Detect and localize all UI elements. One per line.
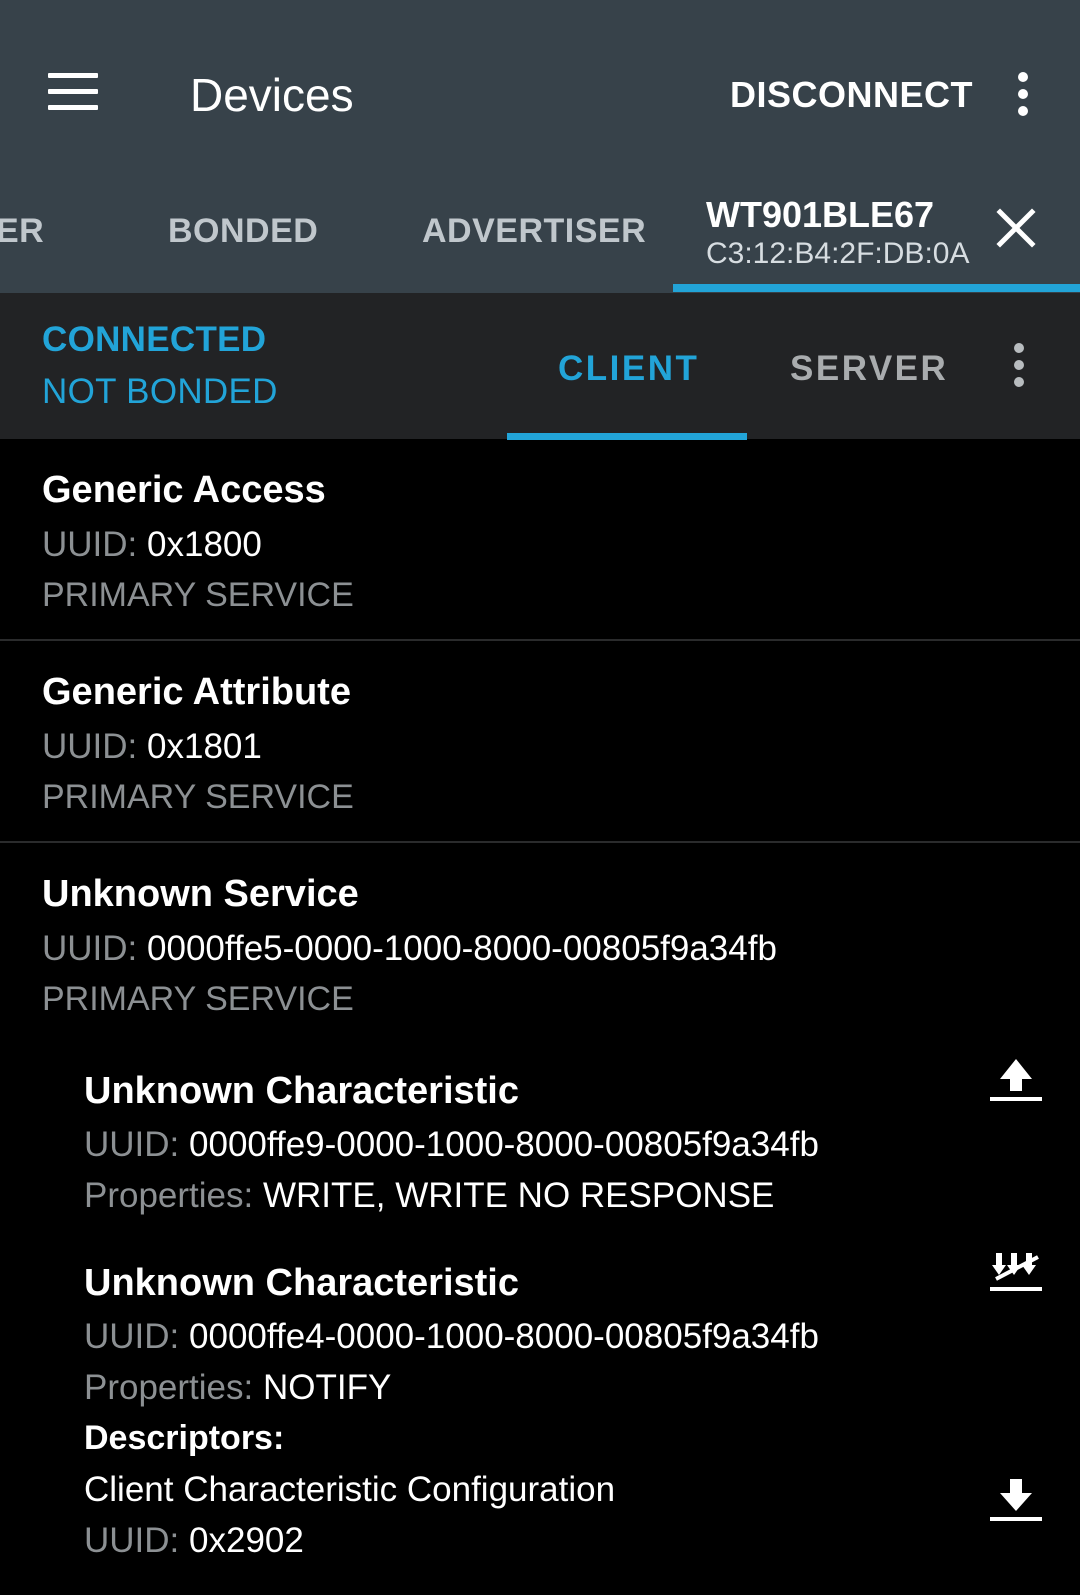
characteristic-uuid: UUID: 0000ffe4-0000-1000-8000-00805f9a34… [84,1317,819,1356]
service-uuid: UUID: 0000ffe5-0000-1000-8000-00805f9a34… [42,929,777,968]
tab-client[interactable]: CLIENT [558,349,699,389]
write-upload-icon[interactable] [988,1057,1044,1107]
menu-icon[interactable] [48,73,98,111]
tab-scanner[interactable]: ER [0,212,44,251]
notify-subscribe-icon[interactable] [988,1249,1044,1299]
characteristic-uuid: UUID: 0000ffe9-0000-1000-8000-00805f9a34… [84,1125,819,1164]
read-download-icon[interactable] [988,1477,1044,1527]
service-name: Unknown Service [42,873,359,915]
tab-advertiser[interactable]: ADVERTISER [422,212,646,251]
service-type: PRIMARY SERVICE [42,980,354,1018]
service-uuid: UUID: 0x1800 [42,525,262,564]
close-icon[interactable] [996,208,1036,248]
characteristic-name: Unknown Characteristic [84,1262,519,1304]
service-type: PRIMARY SERVICE [42,778,354,816]
characteristic-properties: Properties: WRITE, WRITE NO RESPONSE [84,1176,775,1215]
connection-bar: CONNECTED NOT BONDED CLIENT SERVER [0,293,1080,440]
disconnect-button[interactable]: DISCONNECT [730,74,973,116]
descriptors-heading: Descriptors: [84,1419,285,1457]
descriptor-uuid: UUID: 0x2902 [84,1521,304,1560]
service-item[interactable]: Unknown Service UUID: 0000ffe5-0000-1000… [0,843,1080,1021]
bond-status: NOT BONDED [42,372,278,411]
connection-status: CONNECTED [42,320,267,359]
service-type: PRIMARY SERVICE [42,576,354,614]
characteristic-item[interactable]: Unknown Characteristic UUID: 0000ffe9-00… [0,1055,1080,1235]
characteristic-item[interactable]: Unknown Characteristic UUID: 0000ffe4-00… [0,1247,1080,1587]
page-title: Devices [190,69,354,121]
characteristic-name: Unknown Characteristic [84,1070,519,1112]
app-bar: Devices DISCONNECT ER BONDED ADVERTISER … [0,0,1080,293]
tab-server[interactable]: SERVER [790,349,948,389]
characteristic-properties: Properties: NOTIFY [84,1368,392,1407]
descriptor-name: Client Characteristic Configuration [84,1470,616,1509]
service-item[interactable]: Generic Access UUID: 0x1800 PRIMARY SERV… [0,439,1080,641]
service-name: Generic Attribute [42,671,351,713]
service-uuid: UUID: 0x1801 [42,727,262,766]
service-item[interactable]: Generic Attribute UUID: 0x1801 PRIMARY S… [0,641,1080,843]
device-tab-indicator [673,284,1080,292]
tab-bonded[interactable]: BONDED [168,212,318,251]
service-name: Generic Access [42,469,326,511]
device-mac-address: C3:12:B4:2F:DB:0A [706,237,970,270]
more-options-icon[interactable] [1014,70,1032,118]
client-more-options-icon[interactable] [1010,341,1028,389]
device-name: WT901BLE67 [706,194,935,235]
